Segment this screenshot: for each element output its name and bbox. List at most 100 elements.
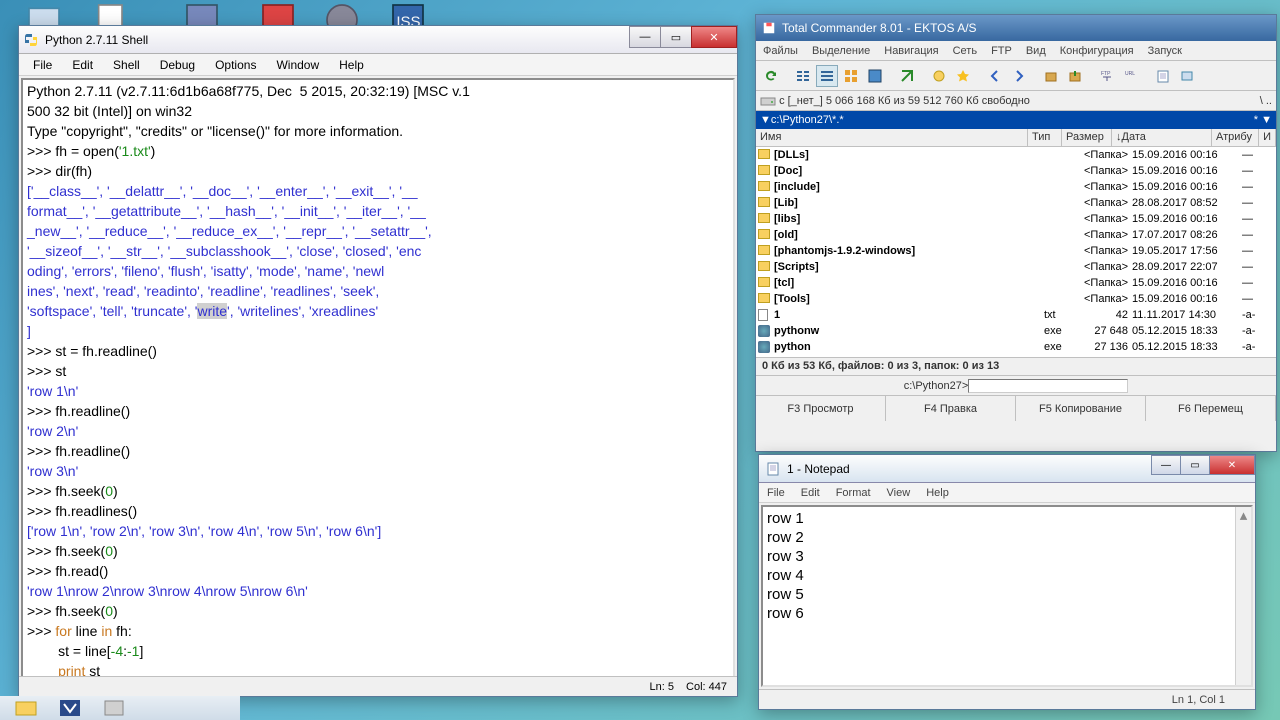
menu-options[interactable]: Options [207, 56, 264, 74]
drive-bar[interactable]: c [_нет_] 5 066 168 Кб из 59 512 760 Кб … [756, 91, 1276, 111]
column-headers: Имя Тип Размер ↓Дата Атрибу И [756, 129, 1276, 147]
task-explorer-icon[interactable] [6, 698, 46, 718]
window-title: 1 - Notepad [787, 462, 850, 476]
menu-config[interactable]: Конфигурация [1053, 43, 1141, 59]
scrollbar[interactable]: ▴ [1235, 507, 1251, 685]
menu-select[interactable]: Выделение [805, 43, 877, 59]
f4-edit[interactable]: F4 Правка [886, 396, 1016, 421]
list-item[interactable]: [include]<Папка>15.09.2016 00:16— [756, 179, 1276, 195]
col-date[interactable]: ↓Дата [1112, 129, 1212, 146]
svg-text:URL: URL [1125, 71, 1135, 77]
task-app-icon[interactable] [94, 698, 134, 718]
total-commander-window: Total Commander 8.01 - EKTOS A/S Файлы В… [755, 14, 1277, 452]
view-brief-icon[interactable] [792, 65, 814, 87]
menubar: File Edit Format View Help [759, 483, 1255, 503]
invert-icon[interactable] [896, 65, 918, 87]
close-button[interactable]: ✕ [691, 26, 737, 48]
list-item[interactable]: pythonexe27 13605.12.2015 18:33-a- [756, 339, 1276, 355]
list-item[interactable]: [libs]<Папка>15.09.2016 00:16— [756, 211, 1276, 227]
menu-help[interactable]: Help [331, 56, 372, 74]
menu-ftp[interactable]: FTP [984, 43, 1019, 59]
status-line: Ln: 5 [650, 681, 674, 693]
notepad-icon[interactable] [1152, 65, 1174, 87]
menu-shell[interactable]: Shell [105, 56, 148, 74]
close-button[interactable]: ✕ [1209, 455, 1255, 475]
menu-debug[interactable]: Debug [152, 56, 203, 74]
list-item[interactable]: [phantomjs-1.9.2-windows]<Папка>19.05.20… [756, 243, 1276, 259]
window-title: Total Commander 8.01 - EKTOS A/S [782, 21, 977, 35]
path-bar[interactable]: ▼c:\Python27\*.* * ▼ [756, 111, 1276, 129]
list-item[interactable]: [tcl]<Папка>15.09.2016 00:16— [756, 275, 1276, 291]
python-shell-window: Python 2.7.11 Shell — ▭ ✕ File Edit Shel… [18, 25, 738, 697]
f5-copy[interactable]: F5 Копирование [1016, 396, 1146, 421]
ftp-icon[interactable] [928, 65, 950, 87]
maximize-button[interactable]: ▭ [1180, 455, 1210, 475]
view-thumbs-icon[interactable] [840, 65, 862, 87]
menu-format[interactable]: Format [828, 485, 879, 501]
menu-nav[interactable]: Навигация [877, 43, 945, 59]
cmd-prompt: c:\Python27> [904, 380, 969, 392]
window-title: Python 2.7.11 Shell [45, 33, 148, 47]
fkey-bar: F3 Просмотр F4 Правка F5 Копирование F6 … [756, 395, 1276, 421]
shell-text-area[interactable]: Python 2.7.11 (v2.7.11:6d1b6a68f775, Dec… [21, 78, 735, 690]
notepad-window: 1 - Notepad — ▭ ✕ File Edit Format View … [758, 454, 1256, 710]
python-icon [23, 32, 39, 48]
titlebar[interactable]: Python 2.7.11 Shell — ▭ ✕ [19, 26, 737, 54]
ftp-connect-icon[interactable]: FTP [1096, 65, 1118, 87]
col-attr[interactable]: Атрибу [1212, 129, 1259, 146]
star-icon[interactable] [952, 65, 974, 87]
statusbar: Ln 1, Col 1 [759, 689, 1255, 709]
view-full-icon[interactable] [816, 65, 838, 87]
list-item[interactable]: [DLLs]<Папка>15.09.2016 00:16— [756, 147, 1276, 163]
list-item[interactable]: [Tools]<Папка>15.09.2016 00:16— [756, 291, 1276, 307]
menu-run[interactable]: Запуск [1141, 43, 1189, 59]
list-item[interactable]: 1txt4211.11.2017 14:30-a- [756, 307, 1276, 323]
titlebar[interactable]: Total Commander 8.01 - EKTOS A/S [756, 15, 1276, 41]
col-type[interactable]: Тип [1028, 129, 1062, 146]
forward-icon[interactable] [1008, 65, 1030, 87]
unpack-icon[interactable] [1064, 65, 1086, 87]
ftp-url-icon[interactable]: URL [1120, 65, 1142, 87]
f6-move[interactable]: F6 Перемещ [1146, 396, 1276, 421]
svg-text:FTP: FTP [1101, 71, 1111, 77]
command-line: c:\Python27> [756, 375, 1276, 395]
menubar: Файлы Выделение Навигация Сеть FTP Вид К… [756, 41, 1276, 61]
file-list[interactable]: [DLLs]<Папка>15.09.2016 00:16—[Doc]<Папк… [756, 147, 1276, 357]
f3-view[interactable]: F3 Просмотр [756, 396, 886, 421]
col-size[interactable]: Размер [1062, 129, 1112, 146]
cmd-input[interactable] [968, 379, 1128, 393]
minimize-button[interactable]: — [629, 26, 661, 48]
toolbar: FTP URL [756, 61, 1276, 91]
minimize-button[interactable]: — [1151, 455, 1181, 475]
refresh-icon[interactable] [760, 65, 782, 87]
text-area[interactable]: row 1 row 2 row 3 row 4 row 5 row 6▴ [761, 505, 1253, 687]
task-vbox-icon[interactable] [50, 698, 90, 718]
status-col: Col: 447 [686, 681, 727, 693]
list-item[interactable]: [Lib]<Папка>28.08.2017 08:52— [756, 195, 1276, 211]
taskbar[interactable] [0, 696, 240, 720]
menu-view[interactable]: View [879, 485, 919, 501]
maximize-button[interactable]: ▭ [660, 26, 692, 48]
statusbar: 0 Кб из 53 Кб, файлов: 0 из 3, папок: 0 … [756, 357, 1276, 375]
menu-net[interactable]: Сеть [946, 43, 984, 59]
menu-view[interactable]: Вид [1019, 43, 1053, 59]
list-item[interactable]: [Scripts]<Папка>28.09.2017 22:07— [756, 259, 1276, 275]
list-item[interactable]: [Doc]<Папка>15.09.2016 00:16— [756, 163, 1276, 179]
titlebar[interactable]: 1 - Notepad — ▭ ✕ [759, 455, 1255, 483]
menu-file[interactable]: File [759, 485, 793, 501]
list-item[interactable]: [old]<Папка>17.07.2017 08:26— [756, 227, 1276, 243]
menu-edit[interactable]: Edit [64, 56, 101, 74]
list-item[interactable]: pythonwexe27 64805.12.2015 18:33-a- [756, 323, 1276, 339]
back-icon[interactable] [984, 65, 1006, 87]
menu-help[interactable]: Help [918, 485, 957, 501]
menu-files[interactable]: Файлы [756, 43, 805, 59]
col-name[interactable]: Имя [756, 129, 1028, 146]
control-panel-icon[interactable] [1176, 65, 1198, 87]
tree-icon[interactable] [864, 65, 886, 87]
menu-window[interactable]: Window [268, 56, 327, 74]
disk-icon [762, 21, 776, 35]
pack-icon[interactable] [1040, 65, 1062, 87]
menubar: File Edit Shell Debug Options Window Hel… [19, 54, 737, 76]
menu-file[interactable]: File [25, 56, 60, 74]
menu-edit[interactable]: Edit [793, 485, 828, 501]
